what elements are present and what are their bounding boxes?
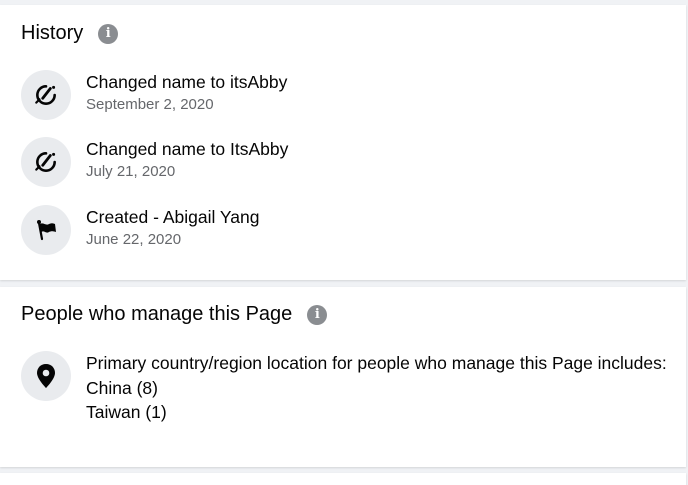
managers-title: People who manage this Page <box>21 303 293 325</box>
edit-icon <box>21 70 71 120</box>
history-item-text: Changed name to ItsAbby <box>86 139 289 159</box>
flag-icon <box>21 205 71 255</box>
history-title: History <box>21 22 84 44</box>
next-card <box>0 473 686 485</box>
history-item: Changed name to itsAbby September 2, 202… <box>21 70 287 120</box>
managers-card: People who manage this Page i Primary co… <box>0 287 686 467</box>
edit-icon <box>21 137 71 187</box>
history-item-text: Created - Abigail Yang <box>86 207 260 227</box>
page-transparency-panel: History i Changed name to itsAbby Septem… <box>0 0 688 485</box>
history-card: History i Changed name to itsAbby Septem… <box>0 5 686 280</box>
location-description: Primary country/region location for peop… <box>86 353 667 373</box>
history-header: History i <box>21 22 119 45</box>
managers-header: People who manage this Page i <box>21 303 328 326</box>
history-item-date: July 21, 2020 <box>86 163 176 180</box>
history-item-text: Changed name to itsAbby <box>86 72 288 92</box>
country-item: China (8) <box>86 377 158 398</box>
history-item-date: September 2, 2020 <box>86 96 214 113</box>
location-item: Primary country/region location for peop… <box>21 351 671 425</box>
country-item: Taiwan (1) <box>86 402 167 422</box>
history-item-date: June 22, 2020 <box>86 231 182 248</box>
history-item: Changed name to ItsAbby July 21, 2020 <box>21 137 288 187</box>
info-icon[interactable]: i <box>307 304 328 325</box>
location-pin-icon <box>21 351 71 401</box>
history-item: Created - Abigail Yang June 22, 2020 <box>21 205 260 255</box>
info-icon[interactable]: i <box>98 23 119 44</box>
